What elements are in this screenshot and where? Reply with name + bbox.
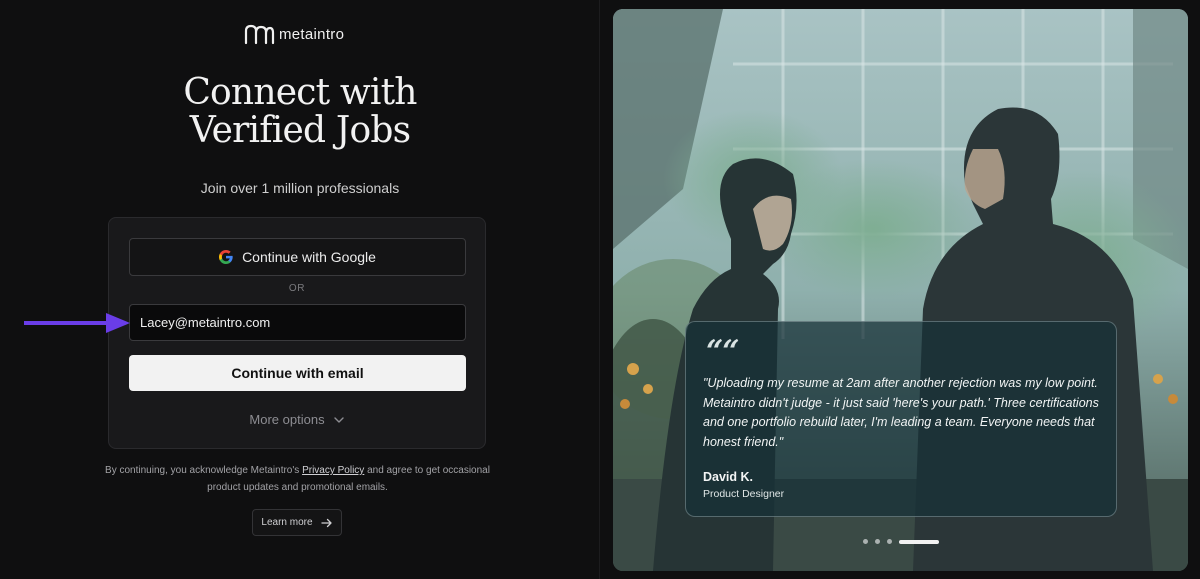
carousel-indicator [863,539,939,544]
chevron-down-icon [333,416,344,423]
carousel-dot[interactable] [887,539,892,544]
quote-icon: ““ [706,334,740,369]
continue-with-email-label: Continue with email [231,365,364,381]
carousel-dot[interactable] [899,539,939,544]
page-subtitle: Join over 1 million professionals [200,180,400,196]
carousel-dot[interactable] [863,539,868,544]
testimonial-role: Product Designer [703,488,785,500]
page-title: Connect with Verified Jobs [0,74,600,150]
brand-logo[interactable]: metaintro [243,22,344,46]
email-field[interactable] [129,304,466,341]
carousel-dot[interactable] [875,539,880,544]
arrow-right-icon [320,518,332,527]
more-options-label: More options [249,412,325,427]
auth-card: Continue with Google OR Continue with em… [108,217,486,449]
signup-panel: metaintro Connect with Verified Jobs Joi… [0,0,600,579]
more-options-toggle[interactable]: More options [109,412,485,427]
google-g-icon [219,250,233,264]
continue-with-email-button[interactable]: Continue with email [129,355,466,391]
metaintro-logo-icon [244,24,275,45]
continue-with-google-button[interactable]: Continue with Google [129,238,466,276]
continue-with-google-label: Continue with Google [242,249,376,265]
testimonial-author: David K. [703,470,754,484]
learn-more-button[interactable]: Learn more [252,509,342,536]
or-divider: OR [288,283,306,294]
brand-name: metaintro [279,25,345,43]
privacy-policy-link[interactable]: Privacy Policy [302,465,364,476]
testimonial-card: ““ "Uploading my resume at 2am after ano… [685,321,1117,517]
pointer-arrow-icon [24,313,130,333]
page-title-line-2: Verified Jobs [189,110,411,151]
page-title-line-1: Connect with [183,72,417,113]
legal-prefix: By continuing, you acknowledge Metaintro… [105,465,303,476]
learn-more-label: Learn more [261,517,313,528]
testimonial-quote: "Uploading my resume at 2am after anothe… [703,376,1099,449]
legal-notice: By continuing, you acknowledge Metaintro… [100,462,495,496]
testimonial-panel: ““ "Uploading my resume at 2am after ano… [613,9,1188,571]
